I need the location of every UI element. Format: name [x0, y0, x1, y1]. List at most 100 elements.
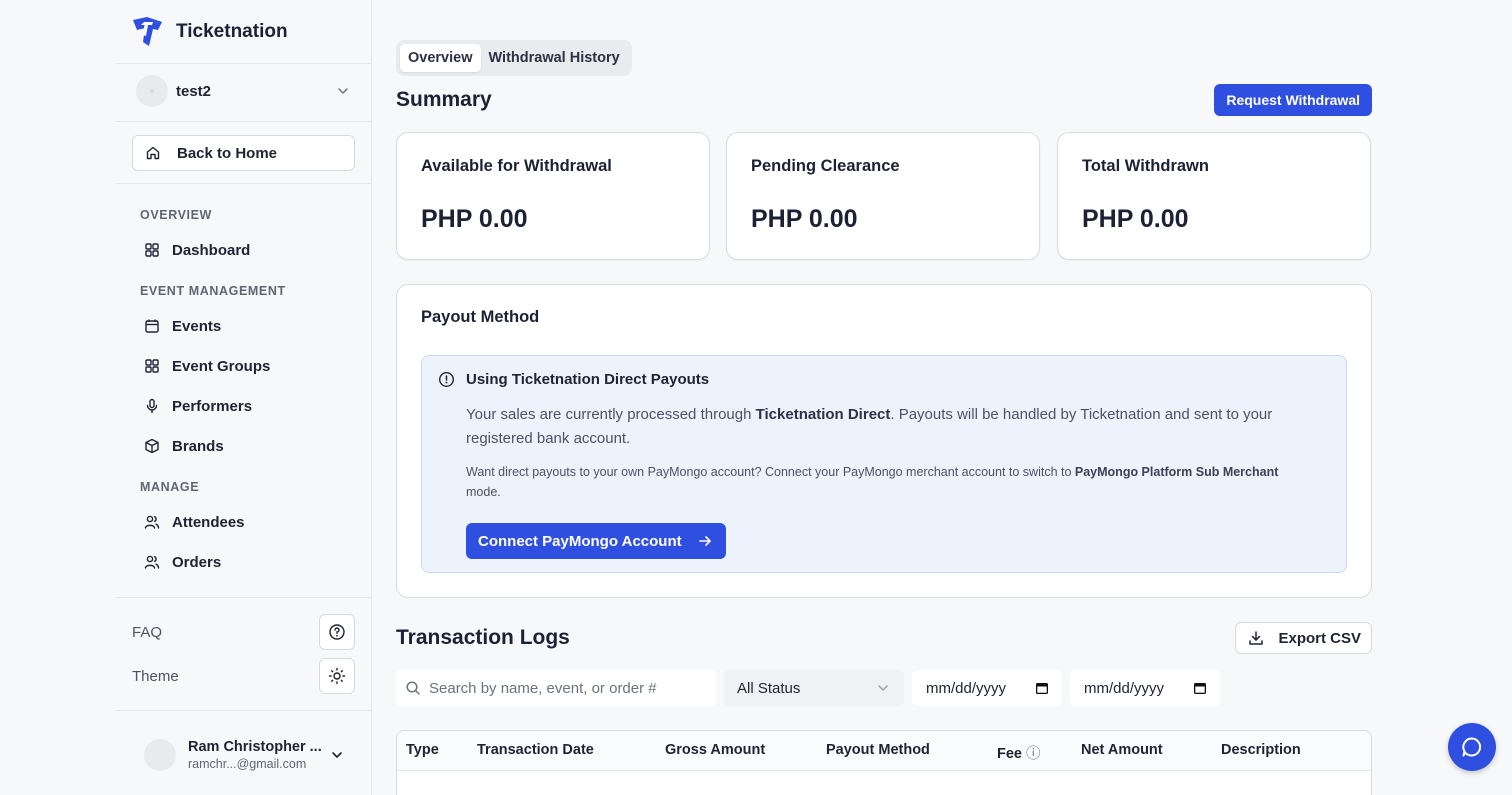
microphone-icon — [146, 398, 158, 414]
transaction-logs-table: Type Transaction Date Gross Amount Payou… — [396, 730, 1372, 795]
column-header-transaction-date[interactable]: Transaction Date — [477, 742, 594, 758]
stat-label: Pending Clearance — [751, 157, 900, 175]
calendar-icon — [1036, 683, 1048, 694]
tab-withdrawal-history[interactable]: Withdrawal History — [481, 44, 628, 72]
column-header-type[interactable]: Type — [406, 742, 439, 758]
search-field — [396, 670, 716, 706]
column-header-description[interactable]: Description — [1221, 742, 1301, 758]
stat-label: Total Withdrawn — [1082, 157, 1209, 175]
divider — [116, 121, 371, 122]
sidebar-item-label: Event Groups — [172, 357, 271, 375]
export-csv-button[interactable]: Export CSV — [1235, 622, 1372, 654]
avatar — [144, 739, 176, 771]
sun-icon — [328, 667, 346, 685]
sidebar-item-partially-hidden[interactable] — [132, 584, 356, 597]
date-to-input[interactable]: mm/dd/yyyy — [1070, 670, 1220, 706]
column-header-gross-amount[interactable]: Gross Amount — [665, 742, 765, 758]
user-email: ramchr...@gmail.com — [188, 757, 307, 771]
column-header-net-amount[interactable]: Net Amount — [1081, 742, 1163, 758]
sidebar-item-label: Events — [172, 317, 222, 335]
stat-card-available: Available for Withdrawal PHP 0.00 — [396, 132, 710, 260]
summary-heading: Summary — [396, 88, 492, 111]
request-withdrawal-button[interactable]: Request Withdrawal — [1214, 84, 1372, 116]
stat-value: PHP 0.00 — [751, 205, 858, 233]
column-header-fee-label: Fee — [997, 746, 1022, 762]
sidebar-item-label: Attendees — [172, 513, 245, 531]
faq-row: FAQ — [132, 614, 355, 650]
faq-button[interactable] — [319, 614, 355, 650]
org-avatar — [136, 75, 168, 107]
sidebar-item-label: Performers — [172, 397, 253, 415]
sidebar-item-event-groups[interactable]: Event Groups — [132, 348, 356, 384]
sidebar-item-dashboard[interactable]: Dashboard — [132, 232, 356, 268]
column-header-payout-method[interactable]: Payout Method — [826, 742, 930, 758]
tab-overview[interactable]: Overview — [400, 44, 481, 72]
sidebar-item-events[interactable]: Events — [132, 308, 356, 344]
column-header-fee[interactable]: Fee ⓘ — [997, 742, 1041, 763]
ticketnation-logo-icon — [133, 17, 162, 46]
sidebar-item-label: Brands — [172, 437, 224, 455]
export-csv-label: Export CSV — [1278, 629, 1361, 647]
sidebar-item-performers[interactable]: Performers — [132, 388, 356, 424]
chevron-down-icon — [332, 752, 342, 758]
stat-value: PHP 0.00 — [1082, 205, 1189, 233]
grid-icon — [145, 243, 159, 257]
sidebar-item-label: Orders — [172, 553, 222, 571]
payout-method-title: Payout Method — [421, 308, 540, 326]
stat-label: Available for Withdrawal — [421, 157, 612, 175]
info-icon[interactable]: ⓘ — [1026, 746, 1041, 762]
user-menu[interactable]: Ram Christopher ... ramchr...@gmail.com — [144, 735, 354, 775]
home-icon — [146, 146, 160, 160]
calendar-icon — [145, 319, 159, 333]
date-from-input[interactable]: mm/dd/yyyy — [912, 670, 1062, 706]
stat-value: PHP 0.00 — [421, 205, 528, 233]
back-to-home-label: Back to Home — [177, 144, 278, 162]
divider — [116, 63, 371, 64]
payout-info-alert: Using Ticketnation Direct Payouts Your s… — [421, 355, 1347, 573]
sidebar: Ticketnation test2 Back to Home OVERVIEW… — [0, 0, 372, 795]
alert-description: Your sales are currently processed throu… — [466, 403, 1306, 450]
status-filter-select[interactable]: All Status — [724, 670, 904, 706]
alert-text: Your sales are currently processed throu… — [466, 406, 756, 423]
payout-method-card: Payout Method Using Ticketnation Direct … — [396, 284, 1372, 598]
status-filter-value: All Status — [737, 679, 801, 697]
connect-paymongo-button[interactable]: Connect PayMongo Account — [466, 523, 726, 559]
tab-bar: Overview Withdrawal History — [396, 40, 632, 76]
connect-paymongo-label: Connect PayMongo Account — [478, 532, 682, 550]
hint-text-bold: PayMongo Platform Sub Merchant — [1074, 465, 1279, 479]
sidebar-item-attendees[interactable]: Attendees — [132, 504, 356, 540]
theme-toggle-button[interactable] — [319, 658, 355, 694]
alert-title: Using Ticketnation Direct Payouts — [466, 371, 710, 388]
search-input[interactable] — [429, 679, 709, 697]
date-to-value: mm/dd/yyyy — [1084, 679, 1165, 697]
hint-text: mode. — [466, 485, 501, 499]
user-name: Ram Christopher ... — [188, 739, 322, 755]
grid-icon — [145, 359, 159, 373]
theme-row: Theme — [132, 658, 355, 694]
main-content: Overview Withdrawal History Summary Requ… — [372, 0, 1512, 795]
divider — [116, 597, 371, 598]
chevron-down-icon — [338, 88, 348, 94]
stat-card-pending: Pending Clearance PHP 0.00 — [726, 132, 1040, 260]
alert-text-bold: Ticketnation Direct — [755, 406, 891, 423]
chevron-down-icon — [878, 685, 888, 691]
nav-section-event-management: EVENT MANAGEMENT — [140, 284, 286, 298]
arrow-right-icon — [698, 536, 711, 546]
brand-name: Ticketnation — [176, 21, 288, 42]
alert-circle-icon — [438, 371, 455, 388]
brand[interactable]: Ticketnation — [131, 16, 288, 48]
sidebar-item-orders[interactable]: Orders — [132, 544, 356, 580]
sidebar-nav: OVERVIEW Dashboard EVENT MANAGEMENT Even… — [116, 184, 371, 597]
help-circle-icon — [329, 624, 345, 640]
back-to-home-button[interactable]: Back to Home — [132, 135, 355, 171]
sidebar-item-brands[interactable]: Brands — [132, 428, 356, 464]
table-header: Type Transaction Date Gross Amount Payou… — [397, 731, 1371, 771]
stat-card-withdrawn: Total Withdrawn PHP 0.00 — [1057, 132, 1371, 260]
theme-label: Theme — [132, 667, 179, 685]
search-icon — [406, 681, 420, 695]
organization-switcher[interactable]: test2 — [136, 75, 356, 107]
transaction-logs-heading: Transaction Logs — [396, 626, 570, 649]
faq-label: FAQ — [132, 623, 163, 641]
chat-support-button[interactable] — [1448, 723, 1496, 771]
users-icon — [144, 555, 160, 569]
